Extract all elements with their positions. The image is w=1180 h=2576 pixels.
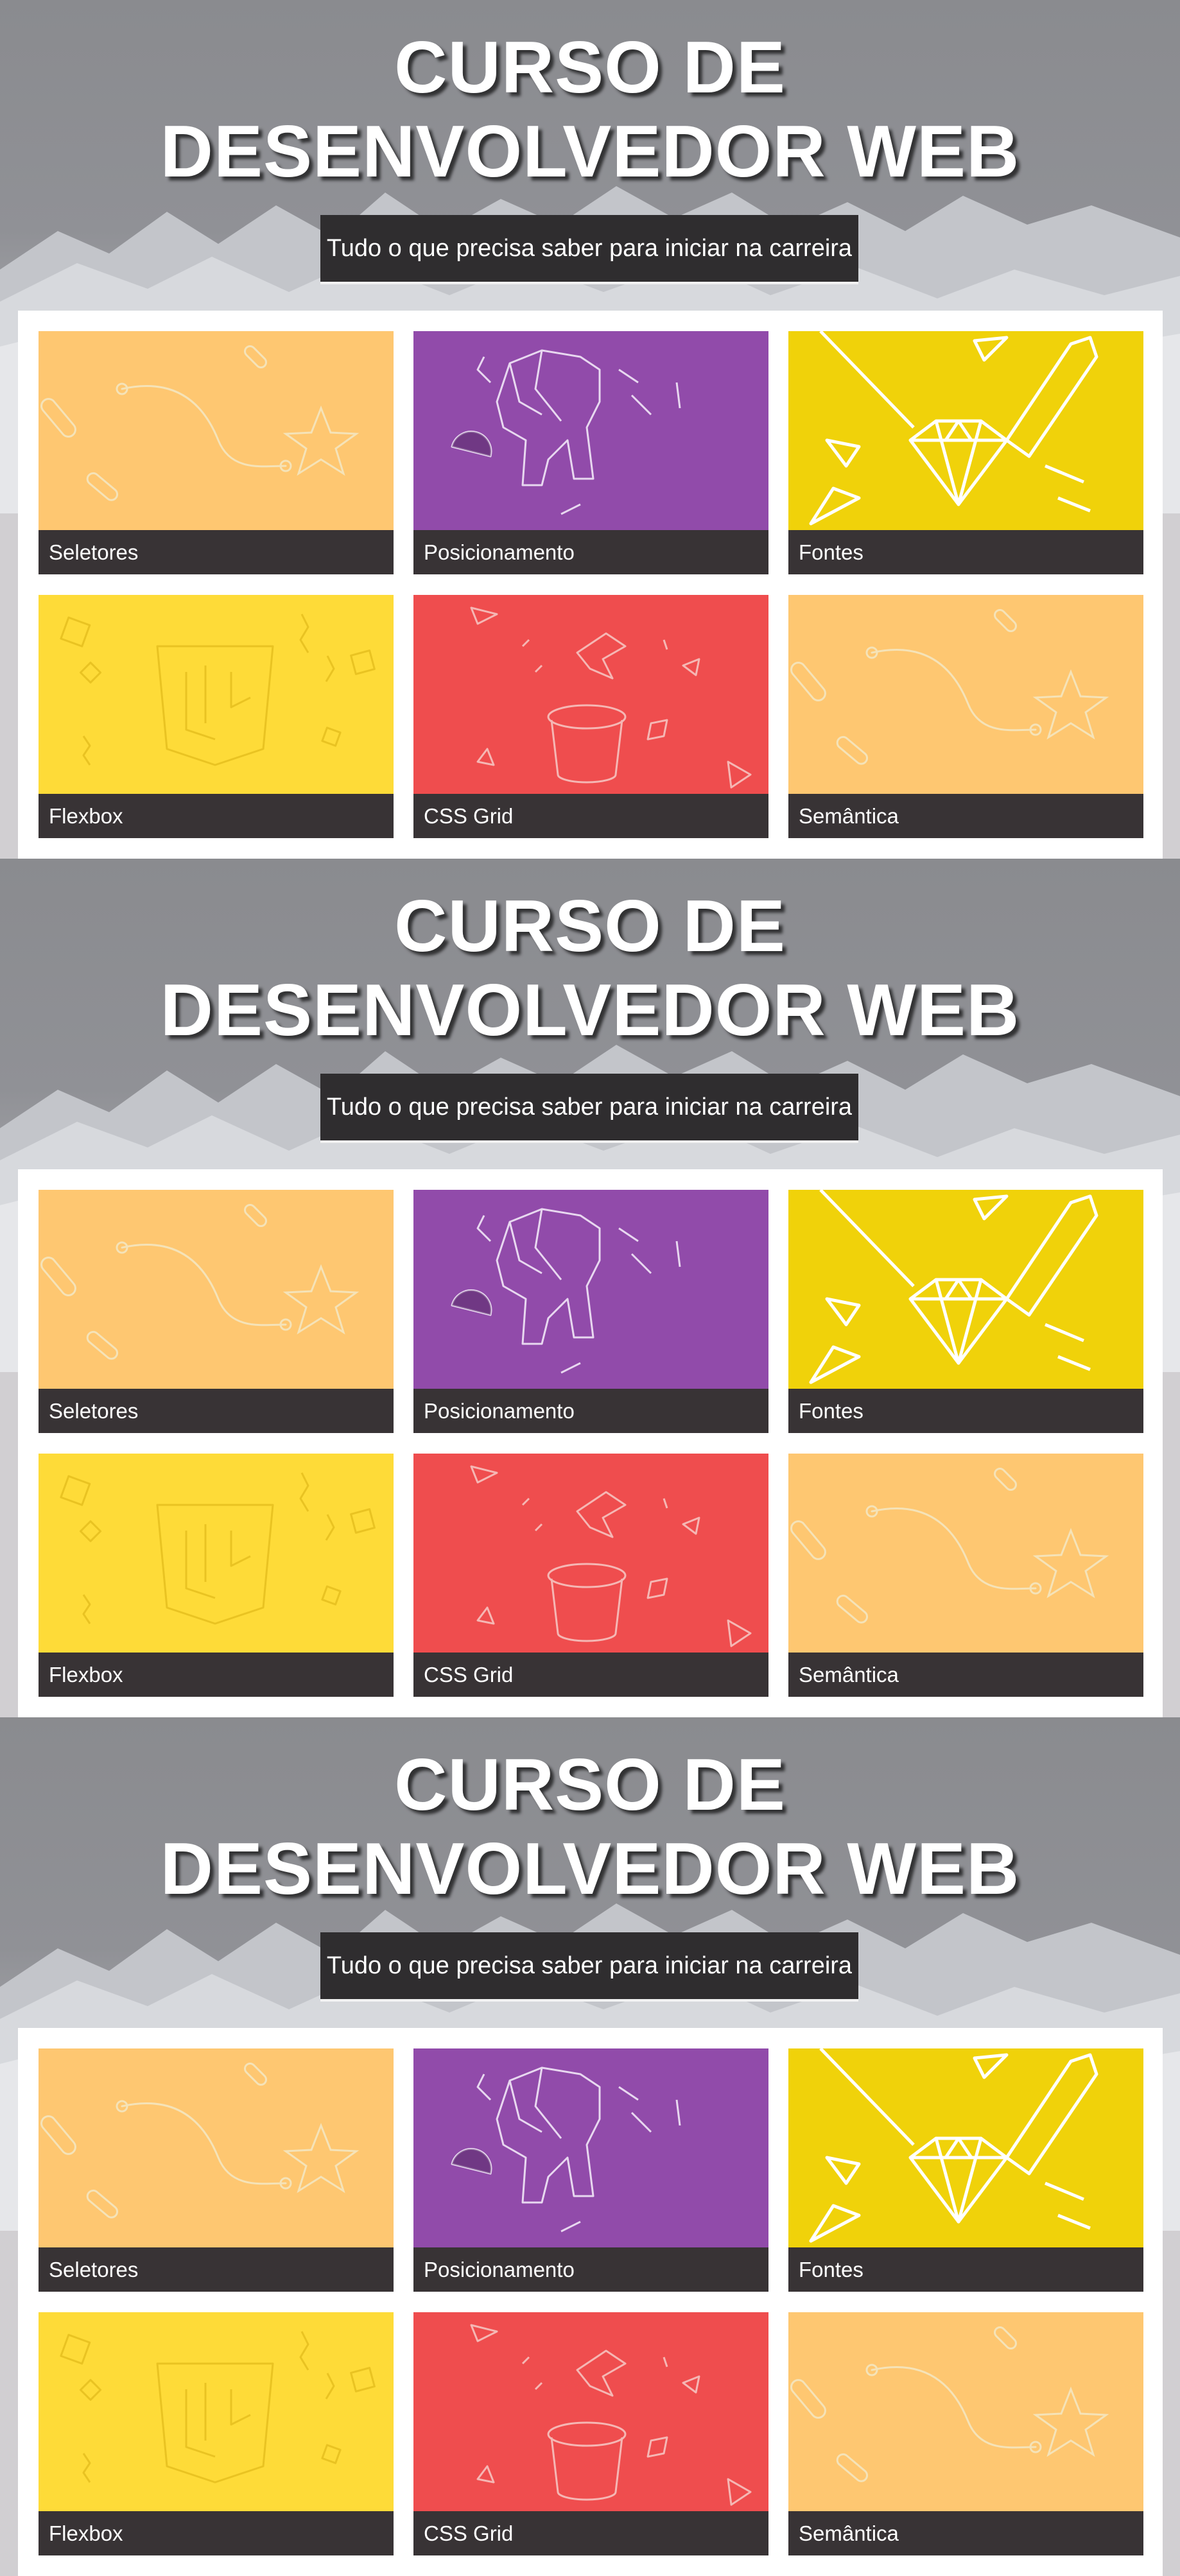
course-card-seletores[interactable]: Seletores <box>39 2048 394 2292</box>
magic-hat-illustration-icon <box>413 1454 768 1653</box>
course-card-label: Semântica <box>788 1653 1143 1697</box>
title-line-1: CURSO DE <box>394 886 786 967</box>
course-card-label: Flexbox <box>39 1653 394 1697</box>
magic-hat-illustration-icon <box>413 595 768 794</box>
title-line-2: DESENVOLVEDOR WEB <box>160 1828 1020 1910</box>
course-card-label: Semântica <box>788 2511 1143 2555</box>
course-card-flexbox[interactable]: Flexbox <box>39 2312 394 2555</box>
origami-elephant-illustration-icon <box>413 331 768 530</box>
star-path-illustration-icon <box>788 1454 1143 1653</box>
course-card-css-grid[interactable]: CSS Grid <box>413 2312 768 2555</box>
title-line-1: CURSO DE <box>394 27 786 108</box>
star-path-illustration-icon <box>39 2048 394 2247</box>
html5-shield-illustration-icon <box>39 595 394 794</box>
course-card-label: Posicionamento <box>413 530 768 574</box>
course-card-label: Seletores <box>39 1389 394 1433</box>
origami-elephant-illustration-icon <box>413 2048 768 2247</box>
course-grid: Seletores Posicionamento Fontes Flexbox … <box>18 1169 1163 1717</box>
course-card-semantica[interactable]: Semântica <box>788 1454 1143 1697</box>
course-card-label: Fontes <box>788 2247 1143 2292</box>
subtitle-banner: Tudo o que precisa saber para iniciar na… <box>320 1074 858 1143</box>
course-card-css-grid[interactable]: CSS Grid <box>413 1454 768 1697</box>
course-card-flexbox[interactable]: Flexbox <box>39 595 394 838</box>
course-card-label: Fontes <box>788 1389 1143 1433</box>
title-line-2: DESENVOLVEDOR WEB <box>160 111 1020 193</box>
html5-shield-illustration-icon <box>39 1454 394 1653</box>
course-card-semantica[interactable]: Semântica <box>788 2312 1143 2555</box>
course-card-css-grid[interactable]: CSS Grid <box>413 595 768 838</box>
title-line-2: DESENVOLVEDOR WEB <box>160 970 1020 1051</box>
course-card-label: Posicionamento <box>413 2247 768 2292</box>
star-path-illustration-icon <box>788 595 1143 794</box>
course-card-seletores[interactable]: Seletores <box>39 1190 394 1433</box>
course-card-label: Semântica <box>788 794 1143 838</box>
html5-shield-illustration-icon <box>39 2312 394 2511</box>
course-card-label: CSS Grid <box>413 2511 768 2555</box>
magic-hat-illustration-icon <box>413 2312 768 2511</box>
course-grid: Seletores Posicionamento Fontes Flexbox … <box>18 311 1163 859</box>
hero-section: CURSO DE DESENVOLVEDOR WEB Tudo o que pr… <box>0 1717 1180 2576</box>
course-card-posicionamento[interactable]: Posicionamento <box>413 331 768 574</box>
page-title: CURSO DE DESENVOLVEDOR WEB <box>0 26 1180 194</box>
course-card-label: CSS Grid <box>413 1653 768 1697</box>
course-card-label: Flexbox <box>39 2511 394 2555</box>
course-card-label: Posicionamento <box>413 1389 768 1433</box>
title-line-1: CURSO DE <box>394 1744 786 1826</box>
course-card-fontes[interactable]: Fontes <box>788 1190 1143 1433</box>
star-path-illustration-icon <box>39 331 394 530</box>
page-title: CURSO DE DESENVOLVEDOR WEB <box>0 884 1180 1052</box>
course-card-flexbox[interactable]: Flexbox <box>39 1454 394 1697</box>
origami-elephant-illustration-icon <box>413 1190 768 1389</box>
hero-section: CURSO DE DESENVOLVEDOR WEB Tudo o que pr… <box>0 0 1180 859</box>
page-title: CURSO DE DESENVOLVEDOR WEB <box>0 1743 1180 1911</box>
course-card-posicionamento[interactable]: Posicionamento <box>413 2048 768 2292</box>
course-card-label: CSS Grid <box>413 794 768 838</box>
course-card-fontes[interactable]: Fontes <box>788 331 1143 574</box>
hero-section: CURSO DE DESENVOLVEDOR WEB Tudo o que pr… <box>0 859 1180 1717</box>
diamond-pencil-illustration-icon <box>788 2048 1143 2247</box>
course-card-fontes[interactable]: Fontes <box>788 2048 1143 2292</box>
course-card-label: Fontes <box>788 530 1143 574</box>
course-card-label: Seletores <box>39 2247 394 2292</box>
course-card-semantica[interactable]: Semântica <box>788 595 1143 838</box>
course-grid: Seletores Posicionamento Fontes Flexbox … <box>18 2028 1163 2576</box>
star-path-illustration-icon <box>788 2312 1143 2511</box>
diamond-pencil-illustration-icon <box>788 331 1143 530</box>
course-card-label: Seletores <box>39 530 394 574</box>
course-card-seletores[interactable]: Seletores <box>39 331 394 574</box>
diamond-pencil-illustration-icon <box>788 1190 1143 1389</box>
subtitle-banner: Tudo o que precisa saber para iniciar na… <box>320 215 858 284</box>
star-path-illustration-icon <box>39 1190 394 1389</box>
course-card-posicionamento[interactable]: Posicionamento <box>413 1190 768 1433</box>
course-card-label: Flexbox <box>39 794 394 838</box>
subtitle-banner: Tudo o que precisa saber para iniciar na… <box>320 1932 858 2002</box>
